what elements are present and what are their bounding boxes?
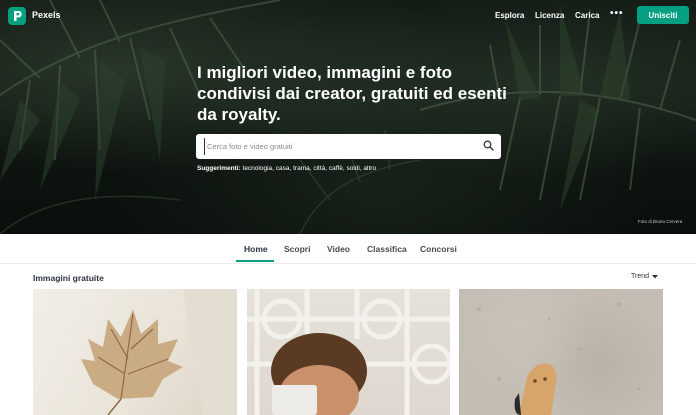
suggestions-list[interactable]: tecnologia, casa, trama, città, caffè, s… [243,165,377,172]
hero-headline: I migliori video, immagini e foto condiv… [197,63,507,124]
search-input[interactable] [204,138,474,155]
photo-card-leaf[interactable] [33,289,237,415]
active-tab-indicator [236,260,274,262]
join-button[interactable]: Unisciti [637,6,689,24]
content-tabs: Home Scopri Video Classifica Concorsi [0,234,696,264]
top-navigation: Pexels Esplora Licenza Carica ••• Unisci… [0,0,696,32]
man-portrait-image [247,289,450,415]
suggestions-label: Suggerimenti: [197,165,241,172]
photo-card-portrait[interactable] [247,289,450,415]
search-icon[interactable] [483,140,494,151]
tab-classifica[interactable]: Classifica [367,244,407,254]
tab-scopri[interactable]: Scopri [284,244,310,254]
nav-link-esplora[interactable]: Esplora [495,11,524,20]
search-bar[interactable] [196,134,501,159]
photo-credit[interactable]: Foto di Bruno Cervera [638,219,682,224]
pexels-logo-icon[interactable] [8,7,26,25]
nav-link-carica[interactable]: Carica [575,11,599,20]
sort-dropdown[interactable]: Trend [631,273,649,280]
dried-leaf-image [81,289,237,415]
section-title: Immagini gratuite [33,273,104,283]
tab-video[interactable]: Video [327,244,350,254]
tab-home[interactable]: Home [244,244,268,254]
search-suggestions: Suggerimenti: tecnologia, casa, trama, c… [197,165,376,172]
chevron-down-icon[interactable] [652,275,658,279]
tab-concorsi[interactable]: Concorsi [420,244,457,254]
nav-link-licenza[interactable]: Licenza [535,11,564,20]
brand-name[interactable]: Pexels [32,10,61,20]
skateboard-image [477,302,641,415]
logo-glyph-icon [13,11,22,21]
photo-card-skateboard[interactable] [459,289,663,415]
more-menu-icon[interactable]: ••• [610,8,624,19]
